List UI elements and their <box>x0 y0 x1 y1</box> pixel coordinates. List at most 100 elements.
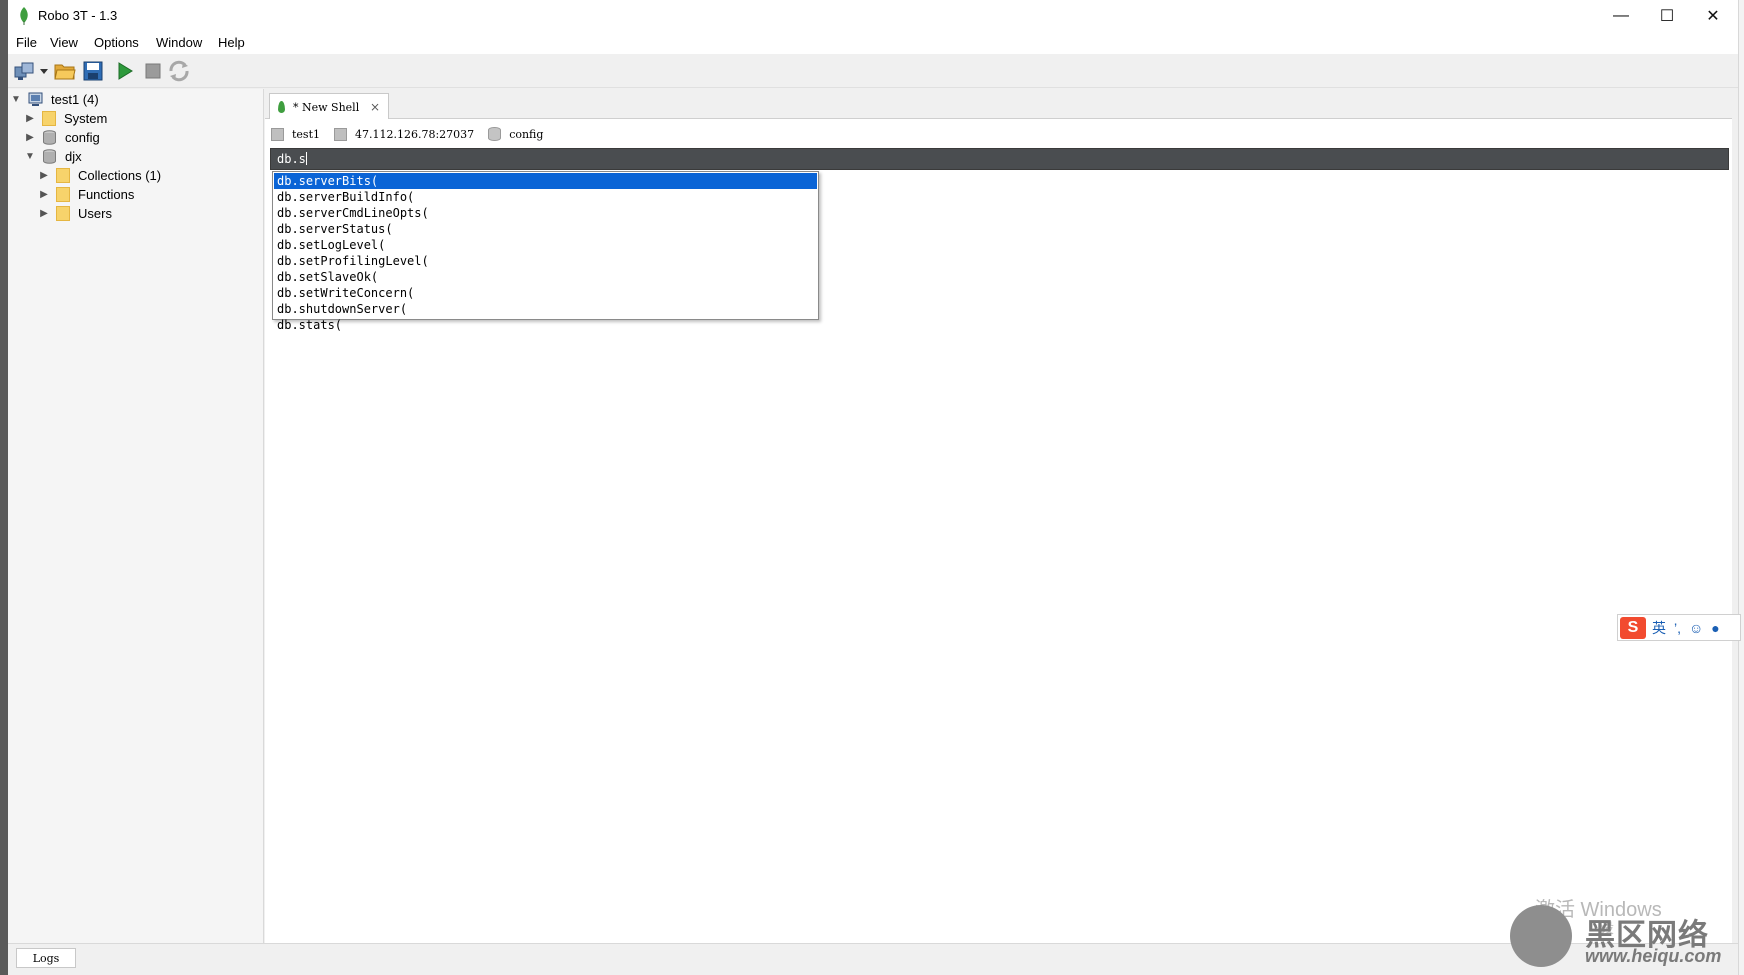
shell-server-label: test1 <box>292 127 320 141</box>
text-cursor <box>305 152 307 165</box>
autocomplete-item[interactable]: db.setProfilingLevel( <box>274 253 817 269</box>
folder-icon <box>42 111 56 126</box>
tree-node-users[interactable]: ▶ Users <box>38 203 112 224</box>
tree-label-config: config <box>65 130 100 145</box>
sogou-logo-icon[interactable]: S <box>1620 616 1646 639</box>
app-window: Robo 3T - 1.3 — ☐ ✕ File View Options Wi… <box>0 0 1744 975</box>
shell-input-text: db.s <box>277 152 306 166</box>
refresh-icon <box>169 60 189 82</box>
menu-help[interactable]: Help <box>218 35 245 50</box>
tree-node-djx[interactable]: ▼ djx <box>24 146 82 167</box>
tree-label-functions: Functions <box>78 187 135 202</box>
autocomplete-item[interactable]: db.serverStatus( <box>274 221 817 237</box>
window-scrollbar[interactable] <box>1738 0 1744 975</box>
microphone-icon[interactable]: ● <box>1711 620 1719 636</box>
status-bar: Logs <box>8 943 1738 975</box>
chevron-right-icon[interactable]: ▶ <box>38 189 50 200</box>
chevron-down-icon[interactable]: ▼ <box>10 94 22 105</box>
autocomplete-item[interactable]: db.serverBits( <box>274 173 817 189</box>
menu-bar: File View Options Window Help <box>8 32 1738 54</box>
desktop-edge <box>0 0 8 975</box>
toolbar <box>8 54 1738 88</box>
tree-label-system: System <box>64 111 108 126</box>
folder-icon <box>56 206 70 221</box>
close-button[interactable]: ✕ <box>1690 0 1736 32</box>
chevron-right-icon[interactable]: ▶ <box>24 113 36 124</box>
menu-file[interactable]: File <box>16 35 37 50</box>
save-button[interactable] <box>80 58 106 84</box>
stop-icon <box>145 63 161 79</box>
connect-dropdown[interactable] <box>38 58 50 84</box>
tree-node-system[interactable]: ▶ System <box>24 108 107 129</box>
watermark-logo-icon <box>1510 905 1572 967</box>
autocomplete-popup: db.serverBits( db.serverBuildInfo( db.se… <box>272 171 819 332</box>
shell-pane: test1 47.112.126.78:27037 config db.s db… <box>265 119 1732 943</box>
autocomplete-item[interactable]: db.serverBuildInfo( <box>274 189 817 205</box>
tree-node-collections[interactable]: ▶ Collections (1) <box>38 165 161 186</box>
tree-label-server: test1 (4) <box>51 92 99 107</box>
autocomplete-item[interactable]: db.setSlaveOk( <box>274 269 817 285</box>
window-title: Robo 3T - 1.3 <box>38 8 118 23</box>
dropdown-arrow-icon <box>40 68 48 74</box>
menu-view[interactable]: View <box>50 35 78 50</box>
database-icon <box>43 130 56 145</box>
execute-button[interactable] <box>112 58 138 84</box>
tab-strip: * New Shell × <box>265 89 1732 120</box>
shell-editor-content[interactable]: db.s <box>277 152 307 166</box>
tree-label-collections: Collections (1) <box>78 168 162 183</box>
execute-icon <box>118 62 133 80</box>
shell-server-info: test1 <box>271 127 320 141</box>
server-icon <box>271 127 284 141</box>
ime-mode-toggle[interactable]: 英 <box>1652 618 1666 638</box>
chevron-right-icon[interactable]: ▶ <box>38 208 50 219</box>
connect-button[interactable] <box>12 58 38 84</box>
logs-button[interactable]: Logs <box>16 948 76 968</box>
open-button[interactable] <box>52 58 78 84</box>
shell-database-info: config <box>488 127 543 141</box>
shell-database-label: config <box>509 127 544 141</box>
tree-node-functions[interactable]: ▶ Functions <box>38 184 134 205</box>
chevron-right-icon[interactable]: ▶ <box>38 170 50 181</box>
autocomplete-item[interactable]: db.setWriteConcern( <box>274 285 817 301</box>
chevron-right-icon[interactable]: ▶ <box>24 132 36 143</box>
maximize-button[interactable]: ☐ <box>1644 0 1690 32</box>
autocomplete-item[interactable]: db.stats( <box>274 317 817 333</box>
tree-node-server[interactable]: ▼ test1 (4) <box>10 89 99 110</box>
robo3t-logo-icon <box>20 7 28 25</box>
shell-address-label: 47.112.126.78:27037 <box>355 127 475 141</box>
shell-address-info: 47.112.126.78:27037 <box>334 127 475 141</box>
tab-close-icon[interactable]: × <box>370 100 380 114</box>
tree-node-config[interactable]: ▶ config <box>24 127 100 148</box>
mongodb-leaf-icon <box>278 101 285 113</box>
stop-button[interactable] <box>140 58 166 84</box>
tab-label: * New Shell <box>293 100 360 114</box>
connection-tree: ▼ test1 (4) ▶ System ▶ config ▼ djx ▶ Co… <box>8 89 264 943</box>
autocomplete-item[interactable]: db.shutdownServer( <box>274 301 817 317</box>
refresh-button[interactable] <box>166 58 192 84</box>
menu-options[interactable]: Options <box>94 35 139 50</box>
database-icon <box>488 127 502 141</box>
connect-icon <box>14 62 34 80</box>
autocomplete-item[interactable]: db.setLogLevel( <box>274 237 817 253</box>
open-folder-icon <box>54 64 76 80</box>
tab-new-shell[interactable]: * New Shell × <box>269 93 389 120</box>
main-panel: * New Shell × test1 47.112.126.78:27037 … <box>265 89 1732 943</box>
chevron-down-icon[interactable]: ▼ <box>24 151 36 162</box>
ime-toolbar[interactable]: S 英 ’, ☺ ● <box>1617 614 1741 641</box>
menu-window[interactable]: Window <box>156 35 202 50</box>
computer-icon <box>334 127 347 141</box>
watermark-url: www.heiqu.com <box>1585 946 1722 966</box>
punctuation-icon[interactable]: ’, <box>1674 620 1681 636</box>
tree-label-djx: djx <box>65 149 82 164</box>
minimize-button[interactable]: — <box>1598 0 1644 32</box>
tree-label-users: Users <box>78 206 112 221</box>
database-icon <box>43 149 56 164</box>
autocomplete-item[interactable]: db.serverCmdLineOpts( <box>274 205 817 221</box>
folder-icon <box>56 187 70 202</box>
folder-icon <box>56 168 70 183</box>
emoji-icon[interactable]: ☺ <box>1689 620 1703 636</box>
shell-info-bar: test1 47.112.126.78:27037 config <box>271 125 557 143</box>
shell-editor[interactable]: db.s <box>270 148 1729 170</box>
server-icon <box>28 92 43 106</box>
save-icon <box>83 61 103 81</box>
